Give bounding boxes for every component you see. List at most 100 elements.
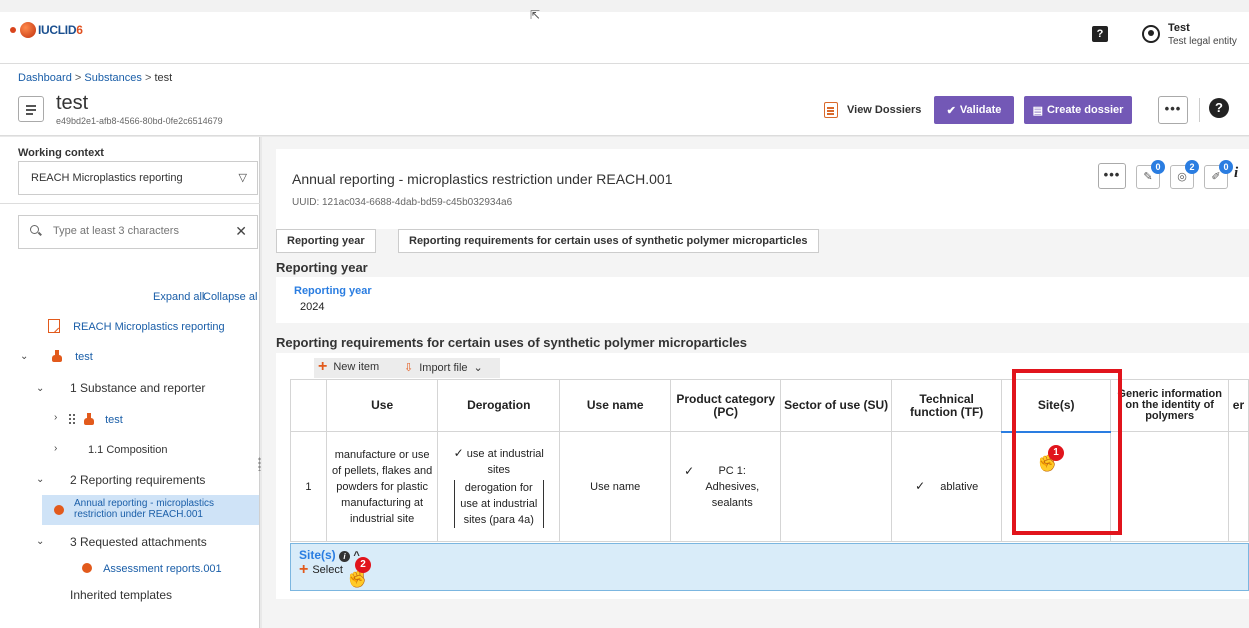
reporting-year-value[interactable]: 2024 (300, 301, 324, 313)
view-dossiers-button[interactable]: View Dossiers (824, 102, 921, 118)
breadcrumb-current: test (154, 72, 173, 84)
select-site-button[interactable]: + Select (299, 561, 343, 578)
logo-text: IUCLID6 (38, 23, 83, 37)
tree-item-section-3[interactable]: 3 Requested attachments (70, 535, 207, 549)
chevron-down-icon[interactable]: ⌄ (36, 536, 44, 547)
chevron-down-icon[interactable]: ⌄ (20, 351, 28, 362)
notes-icon[interactable]: ✐ 0 (1204, 160, 1233, 189)
panel-divider (0, 203, 260, 204)
plus-icon: + (318, 358, 328, 375)
top-shadow (0, 0, 1249, 12)
check-icon: ✓ (453, 446, 464, 460)
tree-search-field[interactable]: ✕ (18, 215, 258, 249)
entity-uuid: e49bd2e1-afb8-4566-80bd-0fe2c6514679 (56, 116, 223, 126)
search-icon (30, 225, 39, 234)
document-area: Annual reporting - microplastics restric… (262, 137, 1249, 628)
expand-all-link[interactable]: Expand all (153, 291, 204, 303)
help-icon[interactable]: ? (1209, 98, 1229, 118)
reporting-year-label: Reporting year (294, 285, 372, 297)
info-icon[interactable]: i (339, 551, 351, 562)
tree-item-inherited-templates[interactable]: Inherited templates (70, 588, 172, 602)
create-dossier-button[interactable]: ▤ Create dossier (1024, 96, 1132, 124)
reporting-year-block: Reporting year 2024 (276, 277, 1249, 323)
iuclid-logo[interactable]: IUCLID6 (10, 22, 83, 38)
working-context-label: Working context (18, 147, 104, 159)
page-title: test (56, 92, 89, 114)
user-legal-entity[interactable]: Test legal entity (1168, 36, 1237, 47)
sites-column-highlight (1012, 369, 1122, 535)
breadcrumb-substances[interactable]: Substances (84, 72, 141, 84)
info-icon[interactable]: i (1234, 165, 1238, 182)
tree-item-section-2[interactable]: 2 Reporting requirements (70, 473, 205, 487)
plus-icon: + (299, 561, 309, 578)
chevron-down-icon[interactable]: ⌄ (36, 383, 44, 394)
tab-reporting-year[interactable]: Reporting year (276, 229, 376, 253)
breadcrumb: Dashboard > Substances > test (18, 72, 173, 84)
header-divider (1199, 98, 1200, 122)
cell-use[interactable]: manufacture or use of pellets, flakes an… (325, 431, 439, 542)
cell-technical-function[interactable]: ✓ ablative (891, 431, 1002, 542)
user-icon[interactable] (1142, 25, 1160, 43)
tree-item-composition[interactable]: 1.1 Composition (88, 444, 168, 456)
validate-icon: ✔ (946, 104, 956, 117)
requirements-section-title: Reporting requirements for certain uses … (276, 335, 748, 350)
column-header-derogation: Derogation (437, 379, 561, 432)
entity-header: Dashboard > Substances > test test e49bd… (0, 64, 1249, 136)
chevron-down-icon: ▽ (238, 172, 247, 184)
cell-generic-info[interactable] (1110, 431, 1229, 542)
more-actions-button[interactable]: ••• (1158, 96, 1188, 124)
tree-search-input[interactable] (53, 225, 233, 237)
logo-dot (10, 27, 16, 33)
step-badge-2: 2 (355, 557, 371, 573)
working-context-select[interactable]: REACH Microplastics reporting ▽ (18, 161, 258, 195)
chevron-right-icon[interactable]: › (54, 412, 57, 423)
column-header-sector-of-use: Sector of use (SU) (779, 379, 893, 432)
tree-item-substance[interactable]: test (52, 350, 93, 363)
user-name[interactable]: Test (1168, 22, 1190, 34)
drag-handle-icon[interactable] (68, 413, 77, 425)
check-icon: ✓ (915, 479, 926, 493)
validate-button[interactable]: ✔ Validate (934, 96, 1014, 124)
tab-bar: Reporting year Reporting requirements fo… (276, 229, 1249, 257)
cell-derogation[interactable]: ✓ use at industrial sites derogation for… (437, 431, 561, 542)
import-file-button[interactable]: ⇩ Import file ⌄ (404, 361, 483, 375)
cell-index: 1 (290, 431, 327, 542)
annotations-icon[interactable]: ◎ 2 (1170, 160, 1199, 189)
tree-item-assessment-reports[interactable]: Assessment reports.001 (82, 563, 222, 575)
column-header-product-category: Product category (PC) (670, 379, 781, 432)
tree-item-annual-reporting[interactable]: Annual reporting - microplastics restric… (42, 495, 259, 525)
cell-product-category[interactable]: ✓ PC 1: Adhesives, sealants (670, 431, 781, 542)
chevron-down-icon[interactable]: ⌄ (36, 474, 44, 485)
step-badge-1: 1 (1048, 445, 1064, 461)
chevron-right-icon[interactable]: › (54, 443, 57, 454)
column-header-index (290, 379, 327, 432)
new-item-button[interactable]: + New item (318, 358, 379, 375)
document-title: Annual reporting - microplastics restric… (292, 171, 673, 187)
sidebar-toggle-button[interactable] (18, 96, 44, 122)
navigation-panel: Working context REACH Microplastics repo… (0, 137, 261, 628)
tree-item-root-doc[interactable]: REACH Microplastics reporting (48, 319, 225, 333)
breadcrumb-dashboard[interactable]: Dashboard (18, 72, 72, 84)
document-header-card: Annual reporting - microplastics restric… (276, 149, 1249, 229)
cell-sector-of-use[interactable] (779, 431, 893, 542)
edit-document-icon (48, 319, 60, 333)
tab-reporting-requirements[interactable]: Reporting requirements for certain uses … (398, 229, 819, 253)
top-bar: IUCLID6 ⇱ ? Test Test legal entity (0, 0, 1249, 64)
record-bullet-icon (54, 505, 64, 515)
clear-icon[interactable]: ✕ (235, 223, 247, 240)
feedback-icon[interactable]: ? (1092, 26, 1108, 42)
document-more-button[interactable]: ••• (1098, 163, 1126, 189)
record-bullet-icon (82, 563, 92, 573)
column-header-truncated: er (1227, 379, 1249, 432)
panel-resize-handle[interactable] (258, 457, 261, 471)
cell-truncated (1227, 431, 1249, 542)
cell-use-name[interactable]: Use name (559, 431, 672, 542)
tree-item-reporter[interactable]: test (68, 413, 123, 426)
dossier-list-icon (824, 102, 838, 118)
derogation-note: derogation for use at industrial sites (… (453, 480, 544, 528)
tree-item-section-1[interactable]: 1 Substance and reporter (70, 381, 205, 395)
column-header-use: Use (325, 379, 439, 432)
collapse-all-link[interactable]: Collapse al (203, 291, 257, 303)
column-header-generic-info: Generic information on the identity of p… (1110, 379, 1229, 432)
attachments-icon[interactable]: ✎ 0 (1136, 160, 1165, 189)
